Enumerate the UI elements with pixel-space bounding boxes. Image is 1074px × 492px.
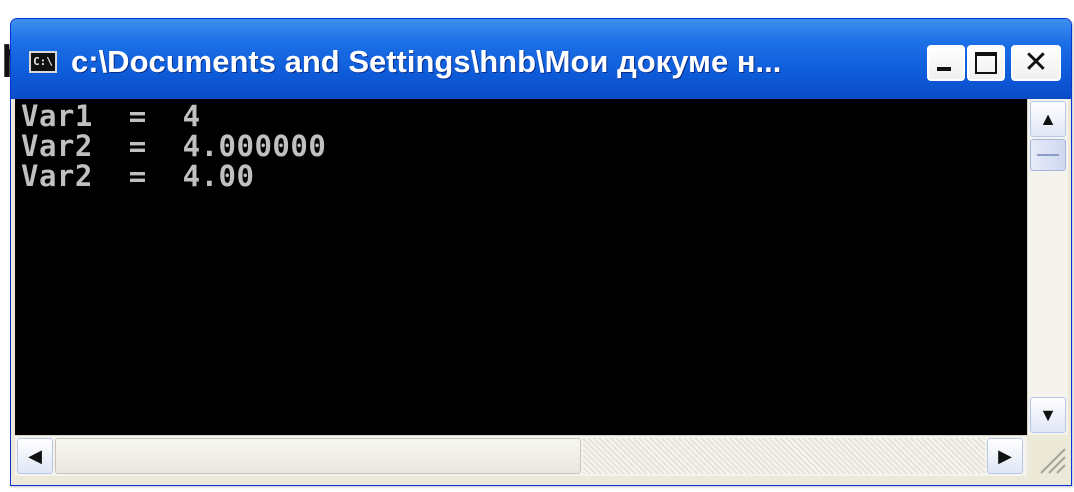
window-title: c:\Documents and Settings\hnb\Мои докуме… xyxy=(71,44,782,79)
arrow-right-icon: ▶ xyxy=(998,446,1012,466)
screenshot-root: n C:\ c:\Documents and Settings\hnb\Мои … xyxy=(0,0,1074,492)
vertical-scrollbar[interactable]: ▲ ▼ xyxy=(1027,99,1068,435)
console-line: Var2 = 4.000000 xyxy=(21,129,327,163)
minimize-button[interactable] xyxy=(927,45,965,81)
close-icon: ✕ xyxy=(1023,45,1049,80)
horizontal-scrollbar[interactable]: ◀ ▶ xyxy=(15,435,1027,476)
thumb-grip xyxy=(1037,154,1059,156)
close-button[interactable]: ✕ xyxy=(1011,45,1061,81)
horizontal-scroll-thumb[interactable] xyxy=(55,438,581,474)
scroll-right-button[interactable]: ▶ xyxy=(987,438,1023,474)
horizontal-scroll-track[interactable] xyxy=(583,438,985,474)
maximize-button[interactable] xyxy=(967,45,1005,81)
arrow-left-icon: ◀ xyxy=(28,446,42,466)
vertical-scroll-thumb[interactable] xyxy=(1030,139,1066,171)
console-line: Var2 = 4.00 xyxy=(21,159,255,193)
console-line: Var1 = 4 xyxy=(21,99,201,133)
minimize-icon xyxy=(937,67,951,71)
arrow-up-icon: ▲ xyxy=(1039,109,1057,129)
console-output[interactable]: Var1 = 4 Var2 = 4.000000 Var2 = 4.00 xyxy=(15,99,1027,435)
scroll-left-button[interactable]: ◀ xyxy=(17,438,53,474)
scroll-up-button[interactable]: ▲ xyxy=(1030,101,1066,137)
resize-grip-icon[interactable] xyxy=(1027,435,1067,475)
console-window: C:\ c:\Documents and Settings\hnb\Мои до… xyxy=(10,18,1072,486)
arrow-down-icon: ▼ xyxy=(1039,405,1057,425)
console-app-icon[interactable]: C:\ xyxy=(29,51,57,73)
title-bar[interactable]: C:\ c:\Documents and Settings\hnb\Мои до… xyxy=(11,19,1071,99)
maximize-icon xyxy=(975,52,997,74)
scroll-down-button[interactable]: ▼ xyxy=(1030,397,1066,433)
